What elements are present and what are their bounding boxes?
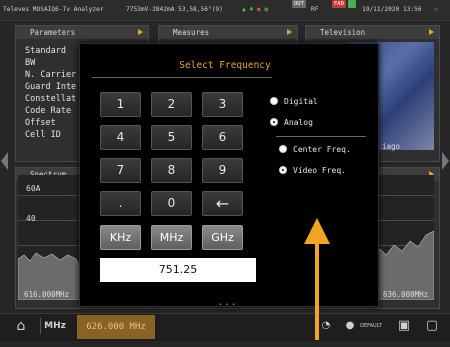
mhz-button[interactable]: MHz [151,225,192,250]
save-as-icon[interactable]: ▢ [424,318,440,334]
datetime: 19/11/2020 13:56 [362,6,422,13]
measures-header[interactable]: Measures [159,26,297,39]
status-icons: ▲ ♣ ● ◍ [242,6,269,13]
television-header[interactable]: Television [306,26,439,39]
status-bar: Televes MOSAIQ6-Tv Analyzer 7753mV-2842m… [0,0,450,21]
level-mid-label: 40 [26,214,36,223]
expand-arrow-icon [429,29,434,35]
level-top-label: 60A [26,184,41,193]
param-constellation: Constellat [25,94,77,104]
key-4[interactable]: 4 [100,125,141,150]
radio-digital-circle[interactable] [270,97,278,105]
annotation-arrow-icon [304,218,330,244]
home-icon[interactable]: ⌂ [12,318,30,334]
tv-overlay-text: iago [382,142,401,151]
parameters-title: Parameters [30,28,76,37]
expand-arrow-icon [287,29,292,35]
radio-group-divider [276,136,366,137]
key-7[interactable]: 7 [100,158,141,183]
unit-button[interactable]: MHz [40,318,69,334]
radio-video-label: Video Freq. [293,166,346,175]
param-guard: Guard Inte [25,82,77,92]
param-code-rate: Code Rate [25,106,72,116]
save-icon[interactable]: ▣ [396,318,412,334]
dialog-title: Select Frequency [179,60,271,71]
brand-label: Televes MOSAIQ6-Tv Analyzer [3,6,104,13]
signal-badge [348,0,356,8]
key-5[interactable]: 5 [151,125,192,150]
current-frequency[interactable]: 626.000 MHz [77,315,155,339]
television-title: Television [320,28,366,37]
freq-end-label: 636.000MHz [383,290,429,299]
prev-page-arrow-icon[interactable] [1,152,8,170]
key-0[interactable]: 0 [151,191,192,216]
key-8[interactable]: 8 [151,158,192,183]
default-profile-label[interactable]: DEFAULT [356,318,386,334]
annotation-arrow-shaft [315,232,319,340]
radio-center-label: Center Freq. [293,145,351,154]
rf-label: RF [311,6,319,13]
radio-digital-label: Digital [284,97,318,106]
frequency-input[interactable]: 751.25 [100,258,256,282]
freq-start-label: 616.000MHz [24,290,70,299]
title-divider [92,77,272,78]
key-3[interactable]: 3 [202,92,243,117]
param-offset: Offset [25,118,56,128]
param-cell-id: Cell ID [25,130,61,140]
radio-analog-circle[interactable] [270,118,278,126]
radio-video-circle[interactable] [279,166,287,174]
out-badge: OUT [292,0,306,8]
radio-analog-label: Analog [284,118,313,127]
page-indicator: • • • [219,302,237,308]
param-standard: Standard [25,46,66,56]
user-icon: ● [345,320,355,331]
power-readings: 7753mV-2842mA 53,58,56°(9) [126,6,223,13]
key-decimal[interactable]: . [100,191,141,216]
khz-button[interactable]: KHz [100,225,141,250]
key-9[interactable]: 9 [202,158,243,183]
measures-title: Measures [173,28,210,37]
battery-icon: ▭ [434,6,438,13]
radio-center-circle[interactable] [279,145,287,153]
ghz-button[interactable]: GHz [202,225,243,250]
backspace-key[interactable]: ← [202,191,243,216]
next-page-arrow-icon[interactable] [442,152,449,170]
key-1[interactable]: 1 [100,92,141,117]
expand-arrow-icon [138,29,143,35]
key-2[interactable]: 2 [151,92,192,117]
parameters-header[interactable]: Parameters [16,26,148,39]
fab-badge: FAB [332,0,346,8]
key-6[interactable]: 6 [202,125,243,150]
